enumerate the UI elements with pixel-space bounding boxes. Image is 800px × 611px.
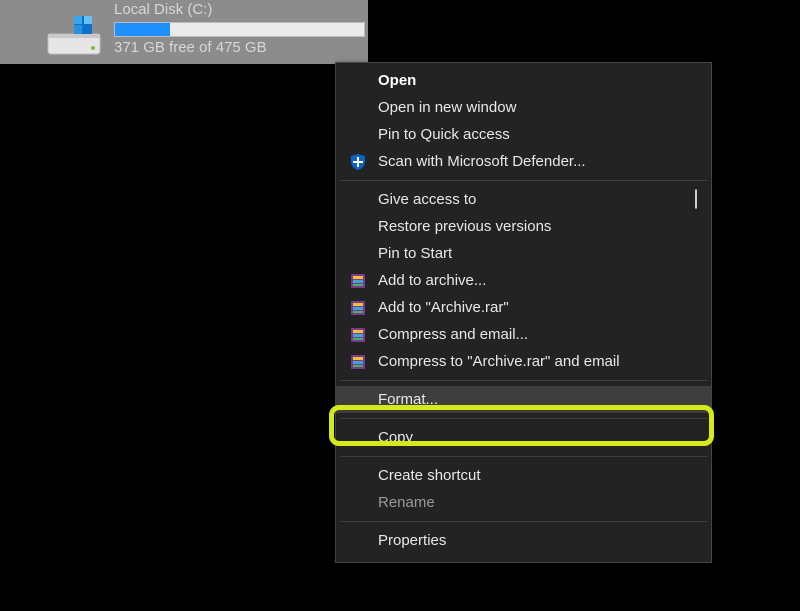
menu-properties[interactable]: Properties — [336, 527, 711, 554]
drive-free-text: 371 GB free of 475 GB — [114, 39, 368, 56]
menu-label: Copy — [378, 429, 697, 446]
menu-separator — [340, 180, 707, 181]
winrar-icon — [348, 271, 368, 291]
menu-label: Properties — [378, 532, 697, 549]
drive-icon — [46, 12, 102, 58]
menu-separator — [340, 456, 707, 457]
menu-label: Compress and email... — [378, 326, 697, 343]
menu-label: Create shortcut — [378, 467, 697, 484]
drive-info: Local Disk (C:) 371 GB free of 475 GB — [114, 0, 368, 56]
menu-add-archive-rar[interactable]: Add to "Archive.rar" — [336, 294, 711, 321]
drive-row[interactable]: Local Disk (C:) 371 GB free of 475 GB — [0, 0, 368, 64]
menu-restore-versions[interactable]: Restore previous versions — [336, 213, 711, 240]
menu-defender[interactable]: Scan with Microsoft Defender... — [336, 148, 711, 175]
menu-rename[interactable]: Rename — [336, 489, 711, 516]
menu-label: Give access to — [378, 191, 697, 208]
menu-label: Add to archive... — [378, 272, 697, 289]
menu-separator — [340, 418, 707, 419]
menu-label: Pin to Start — [378, 245, 697, 262]
menu-separator — [340, 380, 707, 381]
menu-separator — [340, 521, 707, 522]
menu-format[interactable]: Format... — [336, 386, 711, 413]
menu-label: Rename — [378, 494, 697, 511]
defender-icon — [348, 152, 368, 172]
menu-label: Format... — [378, 391, 697, 408]
menu-open-new-window[interactable]: Open in new window — [336, 94, 711, 121]
menu-label: Scan with Microsoft Defender... — [378, 153, 697, 170]
drive-usage-fill — [115, 23, 170, 36]
menu-open[interactable]: Open — [336, 67, 711, 94]
drive-name: Local Disk (C:) — [114, 0, 368, 20]
menu-label: Compress to "Archive.rar" and email — [378, 353, 697, 370]
menu-pin-start[interactable]: Pin to Start — [336, 240, 711, 267]
menu-pin-quick-access[interactable]: Pin to Quick access — [336, 121, 711, 148]
menu-create-shortcut[interactable]: Create shortcut — [336, 462, 711, 489]
menu-copy[interactable]: Copy — [336, 424, 711, 451]
menu-compress-rar-email[interactable]: Compress to "Archive.rar" and email — [336, 348, 711, 375]
menu-compress-email[interactable]: Compress and email... — [336, 321, 711, 348]
menu-label: Pin to Quick access — [378, 126, 697, 143]
menu-label: Restore previous versions — [378, 218, 697, 235]
context-menu: Open Open in new window Pin to Quick acc… — [335, 62, 712, 563]
drive-usage-bar — [114, 22, 365, 37]
menu-give-access[interactable]: Give access to — [336, 186, 711, 213]
menu-label: Open — [378, 72, 697, 89]
menu-add-archive[interactable]: Add to archive... — [336, 267, 711, 294]
winrar-icon — [348, 352, 368, 372]
submenu-arrow-icon — [695, 191, 697, 208]
winrar-icon — [348, 298, 368, 318]
menu-label: Add to "Archive.rar" — [378, 299, 697, 316]
menu-label: Open in new window — [378, 99, 697, 116]
winrar-icon — [348, 325, 368, 345]
